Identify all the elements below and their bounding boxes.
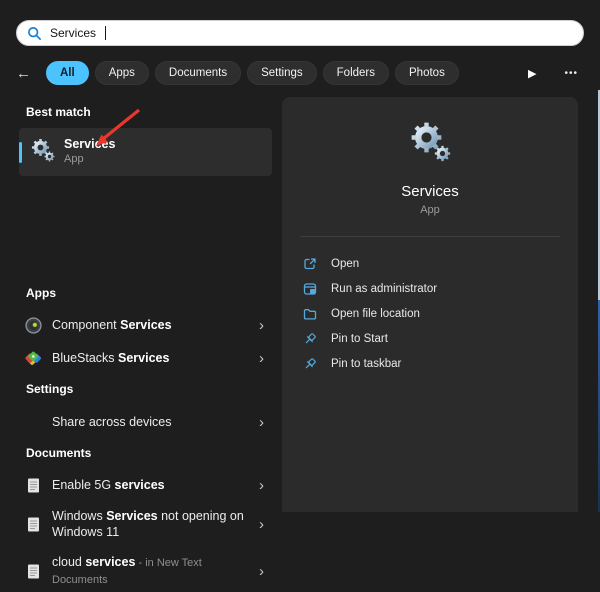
tab-settings[interactable]: Settings	[247, 61, 317, 85]
admin-window-icon	[303, 282, 317, 296]
component-services-row[interactable]: Component Services ›	[19, 310, 272, 340]
result-label: cloud services - in New Text Documents	[52, 554, 252, 588]
document-icon	[25, 478, 42, 493]
action-list: Open Run as administrator	[282, 251, 578, 376]
apps-header: Apps	[26, 286, 56, 300]
component-services-icon	[25, 317, 42, 334]
preview-subtitle: App	[282, 204, 578, 216]
open-icon	[303, 257, 317, 271]
document-icon	[25, 564, 42, 579]
run-as-administrator-action[interactable]: Run as administrator	[282, 276, 578, 301]
back-button[interactable]: ←	[16, 65, 40, 82]
tab-folders[interactable]: Folders	[323, 61, 389, 85]
result-label: Windows Services not opening on Windows …	[52, 508, 252, 540]
pin-to-start-action[interactable]: Pin to Start	[282, 326, 578, 351]
search-input[interactable]: Services	[50, 26, 96, 40]
play-button[interactable]: ▶	[528, 67, 536, 80]
cloud-services-doc-row[interactable]: cloud services - in New Text Documents ›	[19, 550, 272, 592]
preview-panel: Services App Open	[282, 97, 578, 512]
search-icon	[27, 26, 42, 41]
documents-header: Documents	[26, 446, 91, 460]
best-match-row[interactable]: Services App	[19, 128, 272, 176]
result-label: BlueStacks Services	[52, 351, 169, 365]
share-across-devices-row[interactable]: Share across devices ›	[19, 407, 272, 437]
tab-apps[interactable]: Apps	[95, 61, 149, 85]
chevron-right-icon[interactable]: ›	[259, 564, 264, 579]
divider	[300, 236, 560, 237]
chevron-right-icon[interactable]: ›	[259, 415, 264, 430]
action-label: Pin to taskbar	[331, 358, 401, 370]
pin-icon	[303, 332, 317, 346]
action-label: Pin to Start	[331, 333, 388, 345]
tab-all[interactable]: All	[46, 61, 89, 85]
services-gears-icon-large	[282, 119, 578, 167]
action-label: Open file location	[331, 308, 420, 320]
action-label: Run as administrator	[331, 283, 437, 295]
windows-search-window: Services ← All Apps Documents Settings F…	[0, 0, 600, 512]
action-label: Open	[331, 258, 359, 270]
tab-photos[interactable]: Photos	[395, 61, 459, 85]
pin-to-taskbar-action[interactable]: Pin to taskbar	[282, 351, 578, 376]
preview-title: Services	[282, 183, 578, 200]
bluestacks-icon	[25, 350, 42, 367]
selection-accent-bar	[19, 142, 22, 163]
filter-bar: ← All Apps Documents Settings Folders Ph…	[16, 59, 584, 87]
bluestacks-services-row[interactable]: BlueStacks Services ›	[19, 343, 272, 373]
best-match-subtitle: App	[64, 153, 115, 167]
best-match-title: Services	[64, 137, 115, 153]
result-label: Share across devices	[52, 415, 172, 429]
result-label: Component Services	[52, 318, 172, 332]
chevron-right-icon[interactable]: ›	[259, 517, 264, 532]
search-bar[interactable]: Services	[16, 20, 584, 46]
enable-5g-services-row[interactable]: Enable 5G services ›	[19, 470, 272, 500]
pin-icon	[303, 357, 317, 371]
results-panel: Best match Services App Apps	[16, 97, 274, 512]
settings-header: Settings	[26, 382, 73, 396]
folder-icon	[303, 307, 317, 321]
tab-documents[interactable]: Documents	[155, 61, 241, 85]
text-caret	[105, 26, 106, 40]
more-options-button[interactable]: •••	[564, 68, 578, 79]
document-icon	[25, 517, 42, 532]
chevron-right-icon[interactable]: ›	[259, 478, 264, 493]
open-action[interactable]: Open	[282, 251, 578, 276]
open-file-location-action[interactable]: Open file location	[282, 301, 578, 326]
chevron-right-icon[interactable]: ›	[259, 318, 264, 333]
windows-services-doc-row[interactable]: Windows Services not opening on Windows …	[19, 503, 272, 545]
chevron-right-icon[interactable]: ›	[259, 351, 264, 366]
result-label: Enable 5G services	[52, 478, 165, 492]
best-match-header: Best match	[26, 105, 91, 119]
services-gears-icon	[30, 137, 56, 168]
